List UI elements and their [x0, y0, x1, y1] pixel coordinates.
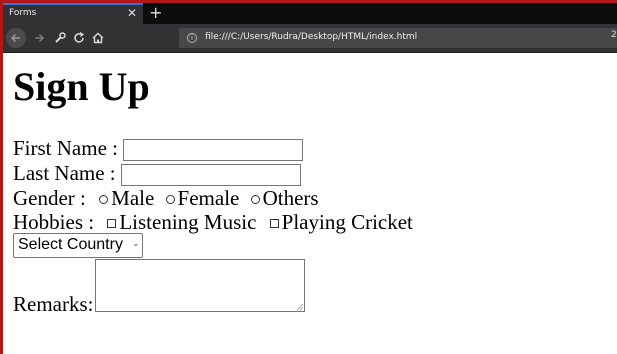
first-name-row: First Name : — [13, 136, 304, 162]
hobbies-row: Hobbies : Listening Music Playing Cricke… — [13, 210, 413, 234]
address-bar[interactable]: i file:///C:/Users/Rudra/Desktop/HTML/in… — [179, 28, 617, 48]
navigation-toolbar: i file:///C:/Users/Rudra/Desktop/HTML/in… — [3, 24, 617, 53]
hobbies-label: Hobbies : — [13, 210, 95, 234]
url-text[interactable]: file:///C:/Users/Rudra/Desktop/HTML/inde… — [205, 32, 417, 42]
page-content: Sign Up First Name : Last Name : Gender … — [3, 53, 617, 354]
checkbox-playing-cricket[interactable] — [269, 218, 279, 228]
tab-forms[interactable]: Forms ✕ — [3, 3, 143, 24]
gender-option-male[interactable]: Male — [99, 186, 154, 210]
radio-button-others[interactable] — [250, 194, 260, 204]
gender-option-female[interactable]: Female — [165, 186, 240, 210]
page-title: Sign Up — [13, 64, 150, 109]
info-icon[interactable]: i — [187, 33, 197, 43]
checkbox-listening-music[interactable] — [107, 218, 117, 228]
close-icon[interactable]: ✕ — [127, 6, 137, 20]
gender-option-others[interactable]: Others — [250, 186, 319, 210]
tab-bar: Forms ✕ + — [3, 3, 617, 24]
chevron-down-icon: ⌄ — [132, 239, 140, 249]
tab-title: Forms — [9, 8, 37, 18]
gender-label: Gender : — [13, 186, 86, 210]
hobby-option-label: Playing Cricket — [281, 210, 413, 234]
first-name-input[interactable] — [123, 139, 304, 162]
wrench-icon[interactable] — [51, 29, 69, 47]
tab-active-indicator — [3, 3, 143, 5]
browser-window: Forms ✕ + i file:///C:/Users/Rudra/Deskt… — [3, 3, 617, 354]
back-arrow-icon — [10, 33, 20, 43]
hobby-option-label: Listening Music — [119, 210, 257, 234]
last-name-label: Last Name : — [13, 161, 116, 185]
forward-arrow-icon[interactable] — [30, 29, 48, 47]
radio-button-female[interactable] — [165, 194, 175, 204]
gender-option-label: Female — [177, 186, 240, 210]
last-name-row: Last Name : — [13, 161, 301, 187]
home-icon[interactable] — [89, 29, 107, 47]
toolbar-overflow-label: 2 — [611, 30, 617, 40]
country-select-value: Select Country — [18, 236, 123, 253]
resize-handle-icon[interactable] — [297, 304, 303, 310]
new-tab-button[interactable]: + — [149, 4, 162, 22]
remarks-textarea[interactable] — [95, 259, 305, 312]
gender-option-label: Others — [262, 186, 319, 210]
last-name-input[interactable] — [120, 164, 301, 187]
first-name-label: First Name : — [13, 136, 118, 160]
hobby-option-cricket[interactable]: Playing Cricket — [269, 210, 413, 234]
radio-button-male[interactable] — [99, 194, 109, 204]
country-select[interactable]: Select Country ⌄ — [13, 233, 143, 258]
remarks-label: Remarks: — [13, 292, 94, 316]
hobby-option-music[interactable]: Listening Music — [107, 210, 256, 234]
gender-row: Gender : Male Female Others — [13, 186, 319, 210]
reload-icon[interactable] — [70, 29, 88, 47]
gender-option-label: Male — [111, 186, 155, 210]
